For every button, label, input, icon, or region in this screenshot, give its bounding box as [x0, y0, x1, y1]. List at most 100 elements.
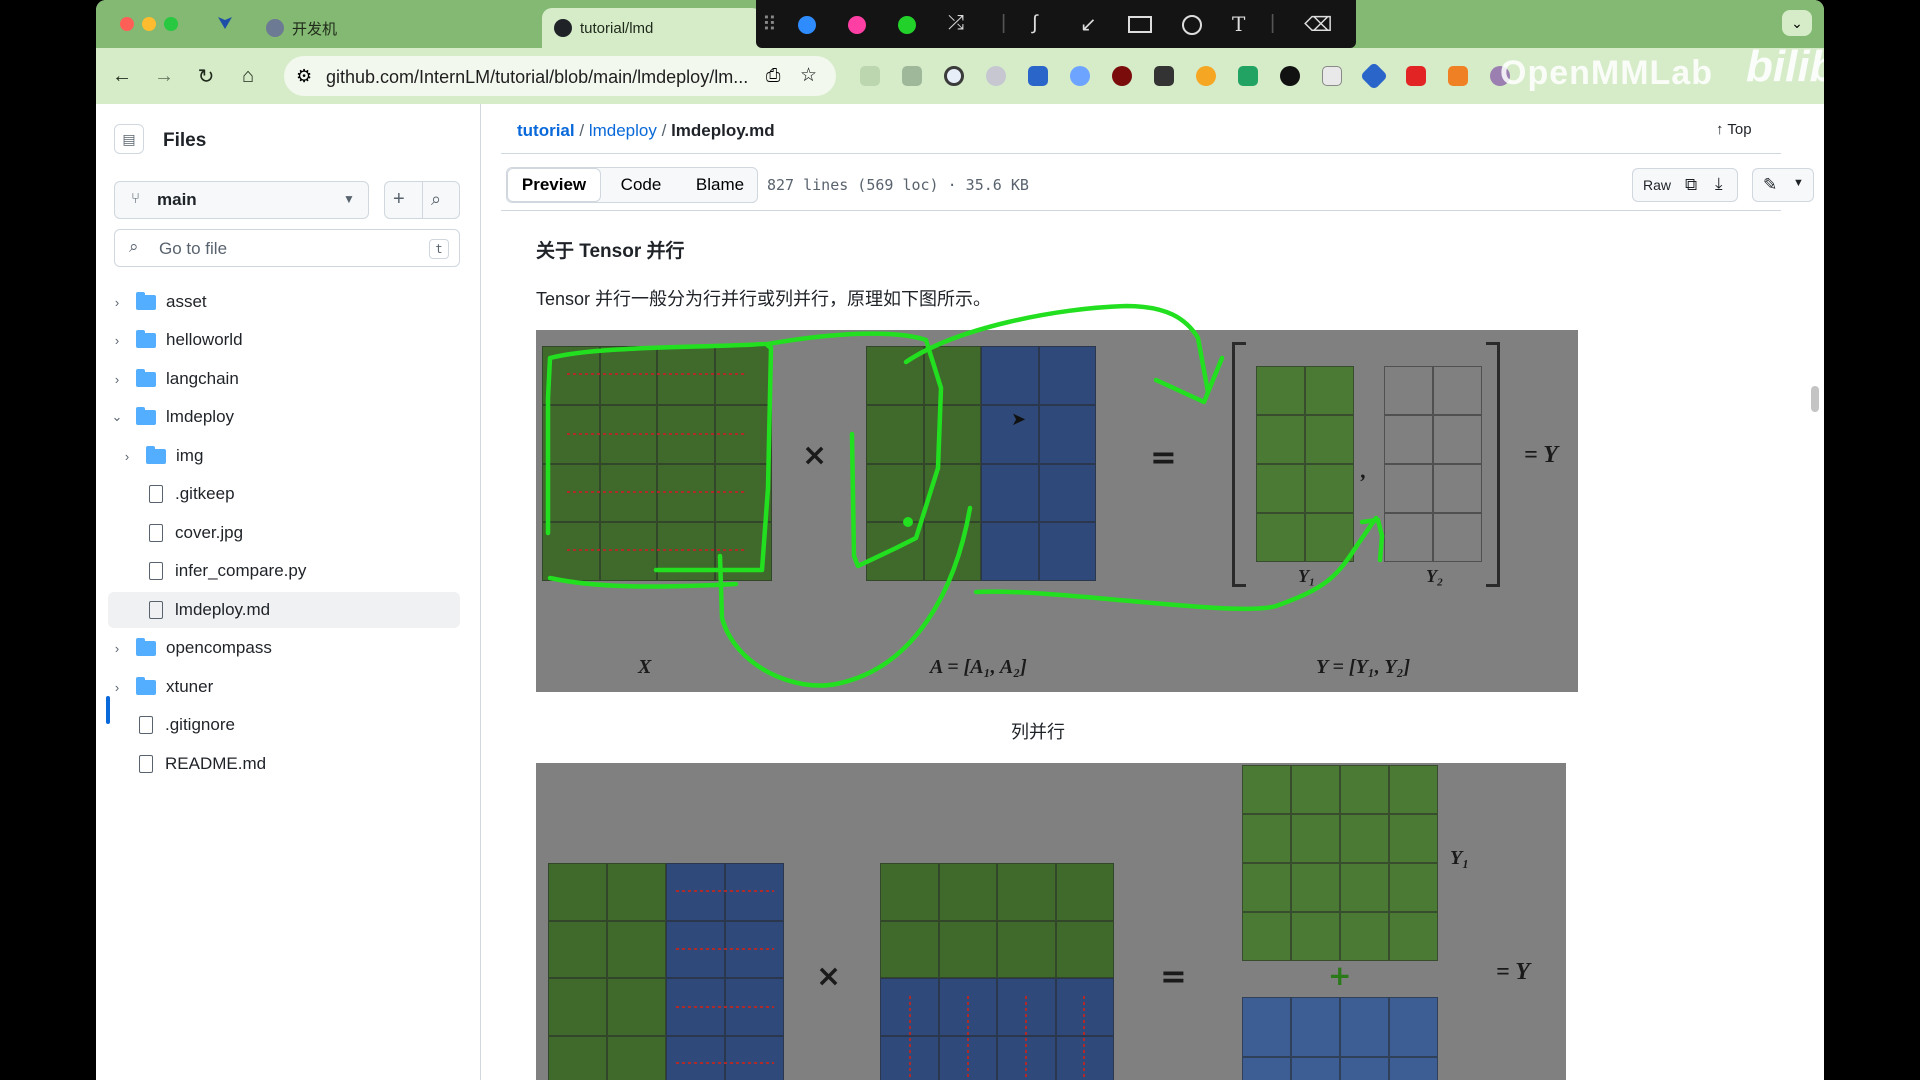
tree-item-infer-compare[interactable]: infer_compare.py — [108, 553, 460, 589]
tree-item-img[interactable]: › img — [108, 438, 460, 474]
go-to-file-input[interactable]: ⌕ Go to file t — [114, 229, 460, 267]
extension-icon[interactable] — [1112, 66, 1132, 86]
divider: | — [1270, 12, 1276, 34]
folder-icon — [136, 368, 156, 387]
extension-icon[interactable] — [860, 66, 880, 86]
download-icon[interactable]: ⤓ — [1715, 174, 1723, 194]
extension-icon[interactable] — [986, 66, 1006, 86]
forward-icon[interactable]: → — [150, 62, 178, 90]
vpn-icon[interactable] — [216, 14, 234, 32]
add-file-button[interactable]: + — [393, 188, 405, 211]
matrix-y1-stack — [1242, 765, 1438, 961]
tree-item-gitignore[interactable]: .gitignore — [108, 707, 460, 743]
divider — [422, 182, 423, 218]
extension-icon[interactable] — [1196, 66, 1216, 86]
search-icon[interactable]: ⌕ — [431, 189, 441, 210]
breadcrumb-dir-link[interactable]: lmdeploy — [589, 121, 657, 140]
pen-icon[interactable]: ∫ — [1032, 12, 1037, 35]
extension-icon[interactable] — [1028, 66, 1048, 86]
collapse-sidebar-icon[interactable]: ▤ — [114, 124, 144, 154]
github-icon — [554, 19, 572, 37]
tree-item-asset[interactable]: › asset — [108, 284, 460, 320]
raw-button[interactable]: Raw — [1643, 177, 1671, 193]
color-blue-button[interactable] — [798, 16, 816, 34]
minimize-window-button[interactable] — [142, 17, 156, 31]
tab-label: 开发机 — [292, 20, 338, 38]
reload-icon[interactable]: ↻ — [192, 62, 220, 90]
copy-icon[interactable]: ⧉ — [1685, 175, 1697, 195]
color-pink-button[interactable] — [848, 16, 866, 34]
chevron-down-icon[interactable]: ⌄ — [108, 409, 126, 425]
tree-item-helloworld[interactable]: › helloworld — [108, 322, 460, 358]
tree-item-readme[interactable]: README.md — [108, 746, 460, 782]
site-settings-icon[interactable]: ⚙ — [296, 66, 312, 87]
tab-search-chevron-icon[interactable]: ⌄ — [1782, 10, 1812, 36]
file-header: tutorial / lmdeploy / lmdeploy.md ↑ Top — [501, 104, 1781, 154]
ellipse-icon[interactable] — [1182, 15, 1202, 35]
home-icon[interactable]: ⌂ — [234, 62, 262, 90]
tree-item-cover[interactable]: cover.jpg — [108, 515, 460, 551]
back-to-top-button[interactable]: ↑ Top — [1716, 121, 1752, 138]
extension-icon[interactable] — [1406, 66, 1426, 86]
caret-down-icon[interactable]: ▼ — [1793, 177, 1804, 189]
rectangle-icon[interactable] — [1128, 16, 1152, 33]
scrollbar-thumb[interactable] — [1811, 386, 1819, 412]
tab-favicon-icon — [266, 19, 284, 37]
breadcrumb: tutorial / lmdeploy / lmdeploy.md — [517, 121, 775, 141]
extension-icon[interactable] — [1238, 66, 1258, 86]
chevron-right-icon[interactable]: › — [108, 680, 126, 695]
tree-actions: + ⌕ — [384, 181, 460, 219]
shuffle-icon[interactable]: ⤮ — [948, 12, 964, 35]
tab-code[interactable]: Code — [601, 168, 681, 202]
drag-handle-icon[interactable]: ⠿ — [762, 12, 777, 37]
tree-item-label: cover.jpg — [175, 523, 244, 542]
chevron-right-icon[interactable]: › — [108, 333, 126, 348]
arrow-icon[interactable]: ↙ — [1080, 12, 1097, 37]
tree-item-lmdeploy-md[interactable]: lmdeploy.md — [108, 592, 460, 628]
chevron-right-icon[interactable]: › — [118, 449, 136, 464]
back-icon[interactable]: ← — [108, 62, 136, 90]
y1-label: Y₁ — [1450, 847, 1470, 869]
tree-item-opencompass[interactable]: › opencompass — [108, 630, 460, 666]
tab-preview[interactable]: Preview — [507, 168, 601, 202]
bookmark-star-icon[interactable]: ☆ — [800, 64, 817, 87]
tree-item-langchain[interactable]: › langchain — [108, 361, 460, 397]
extension-icon[interactable] — [902, 66, 922, 86]
extension-icon[interactable] — [944, 66, 964, 86]
pencil-icon[interactable]: ✎ — [1763, 175, 1777, 195]
folder-open-icon — [136, 406, 156, 425]
tree-item-gitkeep[interactable]: .gitkeep — [108, 476, 460, 512]
extension-icon[interactable] — [1359, 61, 1389, 91]
chevron-right-icon[interactable]: › — [108, 295, 126, 310]
color-green-button[interactable] — [898, 16, 916, 34]
chevron-right-icon[interactable]: › — [108, 372, 126, 387]
browser-toolbar: ← → ↻ ⌂ ⚙ github.com/InternLM/tutorial/b… — [96, 42, 1824, 104]
chevron-right-icon[interactable]: › — [108, 641, 126, 656]
folder-icon — [146, 445, 166, 464]
tree-item-xtuner[interactable]: › xtuner — [108, 669, 460, 705]
eraser-icon[interactable]: ⌫ — [1304, 12, 1332, 37]
caret-down-icon: ▼ — [343, 192, 355, 206]
tree-item-label: helloworld — [166, 330, 243, 349]
extension-icon[interactable] — [1280, 66, 1300, 86]
extension-icon[interactable] — [1154, 66, 1174, 86]
install-app-icon[interactable]: ⎙ — [766, 65, 780, 86]
tab-label: tutorial/lmd — [580, 19, 654, 37]
extension-icon[interactable] — [1322, 66, 1342, 86]
tree-item-label: lmdeploy — [166, 407, 235, 426]
tree-item-lmdeploy[interactable]: ⌄ lmdeploy — [108, 399, 460, 435]
edit-group: ✎ ▼ — [1752, 168, 1814, 202]
breadcrumb-repo-link[interactable]: tutorial — [517, 121, 575, 140]
extension-icon[interactable] — [1070, 66, 1090, 86]
close-window-button[interactable] — [120, 17, 134, 31]
extension-icon[interactable] — [1448, 66, 1468, 86]
file-icon — [149, 524, 163, 542]
text-icon[interactable]: T — [1232, 12, 1245, 36]
file-toolbar: Preview Code Blame 827 lines (569 loc) ·… — [501, 155, 1814, 211]
zoom-window-button[interactable] — [164, 17, 178, 31]
address-bar[interactable]: ⚙ github.com/InternLM/tutorial/blob/main… — [284, 56, 836, 96]
branch-selector[interactable]: ⑂ main ▼ — [114, 181, 369, 219]
tab-blame[interactable]: Blame — [681, 168, 759, 202]
bilibili-watermark: bilibili — [1746, 42, 1824, 91]
tab-github[interactable]: tutorial/lmd — [542, 8, 762, 48]
